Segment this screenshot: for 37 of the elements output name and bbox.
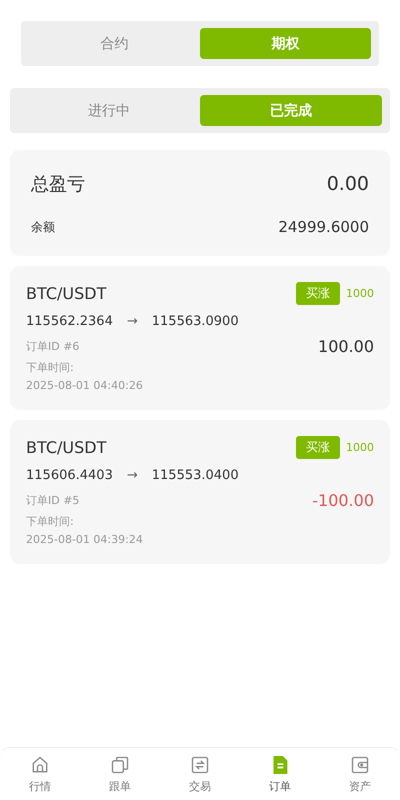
total-pnl-value: 0.00 xyxy=(326,173,369,195)
total-pnl-label: 总盈亏 xyxy=(31,173,85,196)
nav-tab[interactable]: 交易 xyxy=(160,748,240,800)
arrow-glyph: → xyxy=(126,468,138,483)
order-id: 订单ID #6 xyxy=(26,339,80,354)
balance-label: 余额 xyxy=(31,218,55,236)
order-quantity: 1000 xyxy=(346,287,374,300)
trading-pair: BTC/USDT xyxy=(26,438,106,457)
nav-tab[interactable]: 订单 xyxy=(240,748,320,800)
close-price: 115553.0400 xyxy=(152,468,239,483)
market-tab[interactable]: 合约 xyxy=(29,28,200,59)
trading-pair: BTC/USDT xyxy=(26,284,106,303)
order-quantity: 1000 xyxy=(346,441,374,454)
status-tab[interactable]: 已完成 xyxy=(200,95,382,126)
order-id: 订单ID #5 xyxy=(26,493,80,508)
close-price: 115563.0900 xyxy=(152,314,239,329)
direction-badge: 买涨 xyxy=(296,436,340,459)
swap-icon xyxy=(190,754,210,774)
nav-tab[interactable]: 资产 xyxy=(320,748,400,800)
order-time-label: 下单时间: xyxy=(26,514,75,529)
direction-badge: 买涨 xyxy=(296,282,340,305)
nav-tab[interactable]: 跟单 xyxy=(80,748,160,800)
market-tab[interactable]: 期权 xyxy=(200,28,371,59)
status-tab[interactable]: 进行中 xyxy=(18,95,200,126)
order-time: 2025-08-01 04:39:24 xyxy=(26,533,144,546)
arrow-glyph: → xyxy=(126,314,138,329)
profit-amount: 100.00 xyxy=(318,337,374,356)
open-price: 115606.4403 xyxy=(26,468,113,483)
order-time-label: 下单时间: xyxy=(26,360,75,375)
home-icon xyxy=(30,754,50,774)
wallet-icon xyxy=(350,754,370,774)
nav-tab[interactable]: 行情 xyxy=(0,748,80,800)
order-time: 2025-08-01 04:40:26 xyxy=(26,379,144,392)
profit-amount: -100.00 xyxy=(312,491,374,510)
balance-value: 24999.6000 xyxy=(278,218,369,236)
copy-icon xyxy=(110,754,130,774)
open-price: 115562.2364 xyxy=(26,314,113,329)
